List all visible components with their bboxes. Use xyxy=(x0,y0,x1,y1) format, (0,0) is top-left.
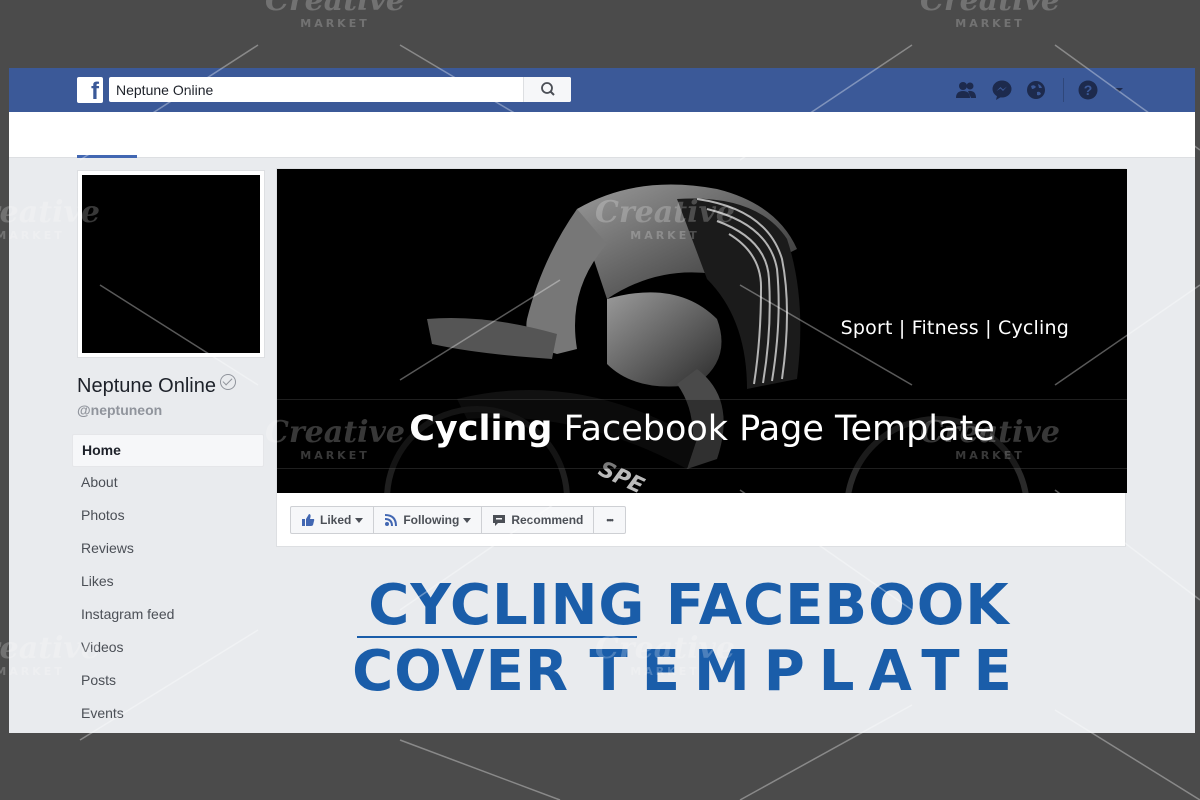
sidebar-item-reviews[interactable]: Reviews xyxy=(72,533,264,566)
svg-text:?: ? xyxy=(1084,82,1093,98)
cover-title-bold: Cycling xyxy=(409,409,553,449)
search-box xyxy=(109,77,571,102)
cover-card: SPE Sport | Fitness | Cycling Cycling Fa… xyxy=(276,168,1127,547)
sidebar-item-about[interactable]: About xyxy=(72,467,264,500)
sidebar-item-home[interactable]: Home xyxy=(72,434,264,467)
promo-line-2-a: COVER xyxy=(352,639,570,704)
page-title: Neptune Online xyxy=(77,374,236,398)
following-button[interactable]: Following xyxy=(373,506,483,534)
watermark-sub: MARKET xyxy=(300,17,370,30)
profile-picture-image xyxy=(82,175,260,353)
help-icon[interactable]: ? xyxy=(1077,80,1099,100)
search-icon xyxy=(541,82,555,96)
page-handle[interactable]: @neptuneon xyxy=(77,402,162,418)
sidebar-item-instagram-feed[interactable]: Instagram feed xyxy=(72,599,264,632)
account-menu-chevron-icon[interactable] xyxy=(1113,80,1125,100)
sidebar-item-videos[interactable]: Videos xyxy=(72,632,264,665)
recommend-button[interactable]: Recommend xyxy=(481,506,595,534)
watermark-brand: Creative xyxy=(920,0,1060,18)
page-name-text: Neptune Online xyxy=(77,375,216,397)
watermark: Creative MARKET xyxy=(265,0,405,29)
messenger-icon[interactable] xyxy=(991,80,1013,100)
recommend-label: Recommend xyxy=(511,513,584,527)
sidebar-item-posts[interactable]: Posts xyxy=(72,665,264,698)
promo-line-2: COVER TEMPLATE xyxy=(309,639,1069,705)
rss-feed-icon xyxy=(385,514,398,527)
cover-tagline: Sport | Fitness | Cycling xyxy=(840,317,1069,339)
more-options-button[interactable]: ••• xyxy=(593,506,626,534)
cover-photo[interactable]: SPE Sport | Fitness | Cycling Cycling Fa… xyxy=(277,169,1127,493)
nav-separator xyxy=(1063,78,1064,102)
facebook-logo-icon[interactable]: f xyxy=(77,77,103,103)
thumbs-up-icon xyxy=(302,514,315,526)
facebook-page-screen: f ? xyxy=(9,68,1195,733)
sidebar-item-photos[interactable]: Photos xyxy=(72,500,264,533)
sidebar-nav: Home About Photos Reviews Likes Instagra… xyxy=(72,434,264,731)
more-options-icon: ••• xyxy=(606,515,614,525)
cover-title-rest: Facebook Page Template xyxy=(563,409,995,449)
watermark: Creative MARKET xyxy=(920,0,1060,29)
liked-button[interactable]: Liked xyxy=(290,506,375,534)
search-button[interactable] xyxy=(523,77,571,102)
subnav-active-indicator xyxy=(77,155,137,158)
page-actions: Liked Following Recommend ••• xyxy=(290,506,626,534)
chevron-down-icon xyxy=(355,517,364,523)
watermark-sub: MARKET xyxy=(955,17,1025,30)
promo-headline: CYCLING FACEBOOK COVER TEMPLATE xyxy=(309,573,1069,705)
sidebar-item-likes[interactable]: Likes xyxy=(72,566,264,599)
top-navigation-bar: f ? xyxy=(9,68,1195,112)
cover-title: Cycling Facebook Page Template xyxy=(277,409,1127,449)
watermark-brand: Creative xyxy=(265,0,405,18)
promo-line-1: CYCLING FACEBOOK xyxy=(368,573,1010,638)
verified-check-icon xyxy=(219,374,236,390)
chevron-down-icon xyxy=(463,517,472,523)
search-input[interactable] xyxy=(109,77,523,102)
page-subnav xyxy=(9,112,1195,158)
promo-line-2-b: TEMPLATE xyxy=(589,639,1026,704)
speech-bubble-icon xyxy=(493,515,506,526)
profile-picture[interactable] xyxy=(77,170,265,358)
liked-label: Liked xyxy=(320,513,352,527)
sidebar-item-events[interactable]: Events xyxy=(72,698,264,731)
friend-requests-icon[interactable] xyxy=(955,80,977,100)
notifications-globe-icon[interactable] xyxy=(1025,80,1047,100)
following-label: Following xyxy=(403,513,460,527)
